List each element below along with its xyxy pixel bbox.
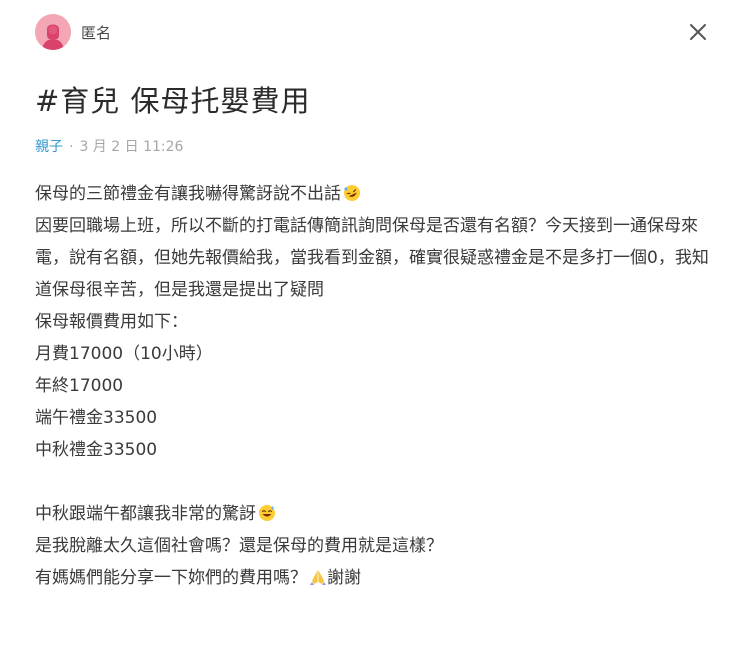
post-title: #育兒 保母托嬰費用 (35, 84, 311, 118)
content-line: 有媽媽們能分享一下妳們的費用嗎？ 謝謝 (35, 562, 725, 594)
post-meta: 親子 · 3 月 2 日 11:26 (35, 136, 183, 156)
content-line: 端午禮金33500 (35, 408, 158, 428)
content-line: 年終17000 (35, 376, 124, 396)
author-name: 匿名 (81, 23, 112, 42)
content-line: 中秋禮金33500 (35, 440, 158, 460)
content-paragraph: 因要回職場上班，所以不斷的打電話傳簡訊詢問保母是否還有名額？今天接到一通保母來電… (35, 216, 709, 300)
post-timestamp: 3 月 2 日 11:26 (79, 139, 184, 155)
close-icon[interactable] (686, 20, 710, 44)
meta-separator: · (69, 139, 74, 155)
post-content: 保母的三節禮金有讓我嚇得驚訝說不出話 因要回職場上班，所以不斷的打電話傳簡訊詢問… (35, 178, 725, 594)
content-line: 月費17000（10小時） (35, 344, 213, 364)
rofl-emoji-icon (343, 181, 361, 201)
content-text: 有媽媽們能分享一下妳們的費用嗎？ (35, 568, 307, 588)
content-text: 保母的三節禮金有讓我嚇得驚訝說不出話 (35, 184, 341, 204)
sweat-smile-emoji-icon (258, 501, 276, 521)
content-text: 中秋跟端午都讓我非常的驚訝 (35, 504, 256, 524)
folded-hands-emoji-icon (309, 565, 327, 585)
author-info[interactable]: 匿名 (35, 14, 111, 50)
post-page: 匿名 #育兒 保母托嬰費用 親子 · 3 月 2 日 11:26 保母的三節禮金有讓… (0, 0, 750, 648)
board-link[interactable]: 親子 (35, 139, 63, 155)
content-line: 是我脫離太久這個社會嗎？還是保母的費用就是這樣？ (35, 536, 443, 556)
content-line: 保母的三節禮金有讓我嚇得驚訝說不出話 (35, 178, 725, 210)
content-line: 中秋跟端午都讓我非常的驚訝 (35, 498, 725, 530)
content-line: 保母報價費用如下： (35, 312, 188, 332)
content-text-suffix: 謝謝 (327, 568, 361, 588)
female-silhouette-avatar-icon (35, 14, 71, 50)
